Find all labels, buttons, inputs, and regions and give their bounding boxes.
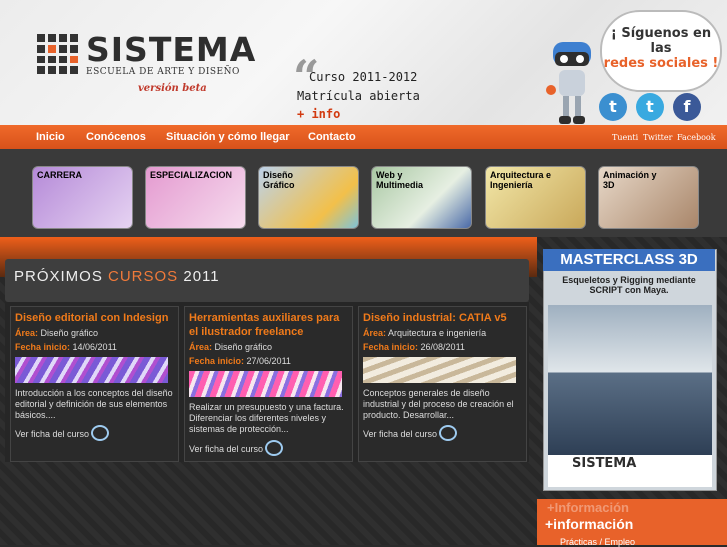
nav-contacto[interactable]: Contacto [308, 131, 356, 143]
social-bubble-line-2: redes sociales ! [603, 56, 719, 71]
promo-line-2: Matrícula abierta [297, 89, 420, 103]
promo-line-1: Curso 2011-2012 [309, 70, 418, 84]
course-image [363, 357, 516, 383]
promo-more-info-link[interactable]: + info [297, 107, 340, 121]
course-card: Diseño editorial con Indesign Área: Dise… [10, 306, 179, 462]
course-area: Área: Diseño gráfico [15, 328, 99, 338]
category-arquitectura[interactable]: Arquitectura e Ingeniería [485, 166, 586, 229]
course-title[interactable]: Herramientas auxiliares para el ilustrad… [189, 311, 349, 339]
social-bubble: ¡ Síguenos en las redes sociales ! [600, 10, 722, 92]
category-label: ESPECIALIZACION [150, 170, 233, 180]
category-label: Diseño Gráfico [263, 170, 295, 190]
magnifier-icon[interactable] [265, 440, 283, 456]
course-description: Conceptos generales de diseño industrial… [363, 388, 514, 420]
course-area: Área: Arquitectura e ingeniería [363, 328, 487, 338]
course-date: Fecha inicio: 27/06/2011 [189, 356, 291, 366]
course-image [189, 371, 342, 397]
nav-inicio[interactable]: Inicio [36, 131, 65, 143]
course-title[interactable]: Diseño industrial: CATIA v5 [363, 311, 523, 325]
course-image [15, 357, 168, 383]
logo-beta-tag: versión beta [138, 83, 207, 94]
course-link[interactable]: Ver ficha del curso [15, 429, 89, 439]
logo-icon[interactable] [37, 34, 78, 74]
category-label: Animación y 3D [603, 170, 657, 190]
course-title[interactable]: Diseño editorial con Indesign [15, 311, 175, 325]
masterclass-title: MASTERCLASS 3D [543, 249, 715, 271]
masterclass-image [548, 305, 712, 455]
magnifier-icon[interactable] [91, 425, 109, 441]
category-carrera[interactable]: CARRERA [32, 166, 133, 229]
category-especializacion[interactable]: ESPECIALIZACION [145, 166, 246, 229]
nav-situacion[interactable]: Situación y cómo llegar [166, 131, 289, 143]
category-label: Arquitectura e Ingeniería [490, 170, 552, 190]
tuenti-label[interactable]: Tuenti [612, 133, 638, 142]
course-link[interactable]: Ver ficha del curso [363, 429, 437, 439]
info-ghost-title: +Información [547, 500, 629, 515]
info-title[interactable]: +información [545, 516, 633, 532]
course-date: Fecha inicio: 26/08/2011 [363, 342, 465, 352]
category-web-multimedia[interactable]: Web y Multimedia [371, 166, 472, 229]
logo-title[interactable]: SISTEMA [86, 30, 256, 69]
nav-conocenos[interactable]: Conócenos [86, 131, 146, 143]
twitter-icon[interactable]: t [636, 93, 664, 121]
magnifier-icon[interactable] [439, 425, 457, 441]
courses-panel-title: PRÓXIMOS CURSOS 2011 [14, 268, 220, 285]
course-card: Herramientas auxiliares para el ilustrad… [184, 306, 353, 462]
robot-mascot-icon [546, 42, 591, 124]
course-description: Realizar un presupuesto y una factura. D… [189, 402, 344, 434]
social-bubble-line-1: ¡ Síguenos en las [610, 26, 712, 56]
course-area: Área: Diseño gráfico [189, 342, 273, 352]
course-link[interactable]: Ver ficha del curso [189, 444, 263, 454]
course-date: Fecha inicio: 14/06/2011 [15, 342, 117, 352]
category-animacion-3d[interactable]: Animación y 3D [598, 166, 699, 229]
facebook-icon[interactable]: f [673, 93, 701, 121]
masterclass-subtitle: Esqueletos y Rigging mediante SCRIPT con… [562, 275, 696, 295]
twitter-label[interactable]: Twitter [643, 133, 672, 142]
course-card: Diseño industrial: CATIA v5 Área: Arquit… [358, 306, 527, 462]
category-label: Web y Multimedia [376, 170, 424, 190]
facebook-label[interactable]: Facebook [677, 133, 716, 142]
masterclass-logo: SISTEMA [572, 456, 637, 471]
course-description: Introducción a los conceptos del diseño … [15, 388, 173, 420]
category-diseno-grafico[interactable]: Diseño Gráfico [258, 166, 359, 229]
category-label: CARRERA [37, 170, 82, 180]
info-practicas-link[interactable]: Prácticas / Empleo [560, 537, 635, 547]
tuenti-icon[interactable]: t [599, 93, 627, 121]
logo-subtitle: ESCUELA DE ARTE Y DISEÑO [86, 67, 240, 77]
